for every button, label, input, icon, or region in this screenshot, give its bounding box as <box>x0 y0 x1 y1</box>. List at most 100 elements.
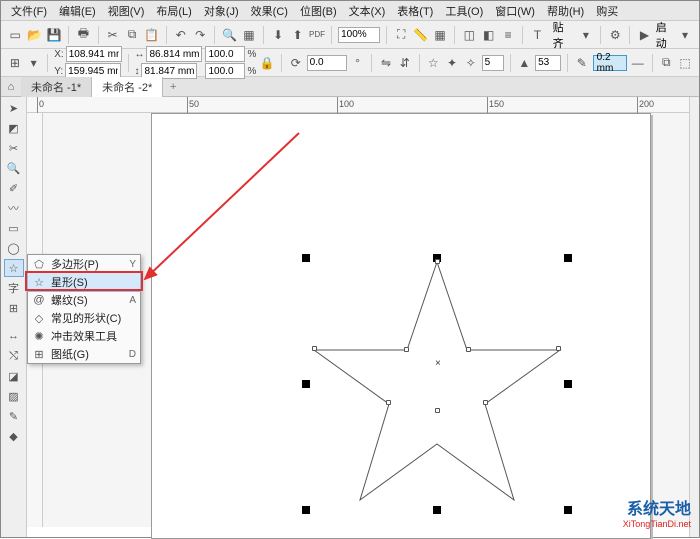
crop-tool-icon[interactable]: ✂ <box>4 139 24 157</box>
handle-e[interactable] <box>564 380 572 388</box>
lock-ratio-icon[interactable]: 🔒 <box>259 53 275 73</box>
transparency-tool-icon[interactable]: ▨ <box>4 387 24 405</box>
rectangle-tool-icon[interactable]: ▭ <box>4 219 24 237</box>
pick-tool-icon[interactable]: ➤ <box>4 99 24 117</box>
dropshadow-tool-icon[interactable]: ◪ <box>4 367 24 385</box>
menu-view[interactable]: 视图(V) <box>102 1 151 21</box>
save-icon[interactable]: 💾 <box>46 25 62 45</box>
table-tool-icon[interactable]: ⊞ <box>4 299 24 317</box>
outline-width-input[interactable]: 0.2 mm <box>593 55 627 71</box>
menu-effects[interactable]: 效果(C) <box>245 1 294 21</box>
handle-nw[interactable] <box>302 254 310 262</box>
scale-x-input[interactable] <box>205 46 245 62</box>
pdf-icon[interactable]: PDF <box>309 25 325 45</box>
fill-tool-icon[interactable]: ◆ <box>4 427 24 445</box>
layer-icon[interactable]: ◫ <box>461 25 477 45</box>
width-input[interactable] <box>146 46 202 62</box>
points-input[interactable] <box>482 55 504 71</box>
star-verychevron-icon[interactable]: ✧ <box>463 53 479 73</box>
flyout-star[interactable]: ☆ 星形(S) <box>28 273 140 291</box>
tab-doc-2[interactable]: 未命名 -2* <box>92 77 163 97</box>
flyout-graph-paper[interactable]: ⊞ 图纸(G) D <box>28 345 140 363</box>
text-icon[interactable]: T <box>529 25 545 45</box>
image-icon[interactable]: ▦ <box>241 25 257 45</box>
star-shape[interactable] <box>302 254 572 514</box>
snap-label[interactable]: 贴齐 <box>549 19 575 51</box>
handle-ne[interactable] <box>564 254 572 262</box>
menu-file[interactable]: 文件(F) <box>5 1 53 21</box>
artistic-tool-icon[interactable]: 〰 <box>4 199 24 217</box>
menu-table[interactable]: 表格(T) <box>391 1 439 21</box>
menu-window[interactable]: 窗口(W) <box>489 1 541 21</box>
tab-add[interactable]: + <box>163 77 183 97</box>
polygon-tool-icon[interactable]: ☆ <box>4 259 24 277</box>
zoom-tool-icon[interactable]: 🔍 <box>4 159 24 177</box>
eyedropper-tool-icon[interactable]: ✎ <box>4 407 24 425</box>
rotation-input[interactable] <box>307 55 347 71</box>
search-icon[interactable]: 🔍 <box>221 25 237 45</box>
ruler-icon[interactable]: 📏 <box>412 25 428 45</box>
outline-pen-icon[interactable]: ✎ <box>574 53 590 73</box>
flyout-impact[interactable]: ✺ 冲击效果工具 <box>28 327 140 345</box>
chevron-down-icon[interactable]: ▾ <box>578 25 594 45</box>
star-node[interactable] <box>312 346 317 351</box>
mirror-v-icon[interactable]: ⇵ <box>397 53 413 73</box>
fullscreen-icon[interactable]: ⛶ <box>393 25 409 45</box>
star-node[interactable] <box>435 259 440 264</box>
flyout-common-shapes[interactable]: ◇ 常见的形状(C) <box>28 309 140 327</box>
undo-icon[interactable]: ↶ <box>173 25 189 45</box>
paste-icon[interactable]: 📋 <box>143 25 159 45</box>
star-node[interactable] <box>483 400 488 405</box>
print-icon[interactable]: 🖶 <box>75 25 91 45</box>
wrap-icon[interactable]: ⧉ <box>658 53 674 73</box>
drawing-page[interactable]: × <box>151 113 651 539</box>
dimension-tool-icon[interactable]: ↔ <box>4 327 24 345</box>
star-complex-icon[interactable]: ✦ <box>444 53 460 73</box>
scale-y-input[interactable] <box>205 63 245 79</box>
shape-tool-icon[interactable]: ◩ <box>4 119 24 137</box>
handle-w[interactable] <box>302 380 310 388</box>
star-node[interactable] <box>466 347 471 352</box>
star-node[interactable] <box>404 347 409 352</box>
color-icon[interactable]: ◧ <box>481 25 497 45</box>
flyout-polygon[interactable]: ⬠ 多边形(P) Y <box>28 255 140 273</box>
new-icon[interactable]: ▭ <box>7 25 23 45</box>
play-icon[interactable]: ▶ <box>636 25 652 45</box>
handle-se[interactable] <box>564 506 572 514</box>
cut-icon[interactable]: ✂ <box>104 25 120 45</box>
handle-sw[interactable] <box>302 506 310 514</box>
order-icon[interactable]: ⬚ <box>677 53 693 73</box>
ellipse-tool-icon[interactable]: ◯ <box>4 239 24 257</box>
menu-edit[interactable]: 编辑(E) <box>53 1 102 21</box>
handle-s[interactable] <box>433 506 441 514</box>
chevron-down-icon-2[interactable]: ▾ <box>677 25 693 45</box>
chevron-down-icon-3[interactable]: ▾ <box>26 53 42 73</box>
menu-object[interactable]: 对象(J) <box>198 1 245 21</box>
options-icon[interactable]: ⚙ <box>607 25 623 45</box>
outline-style-icon[interactable]: — <box>630 53 646 73</box>
ruler-horizontal[interactable]: 0 50 100 150 200 <box>27 97 689 113</box>
tab-doc-1[interactable]: 未命名 -1* <box>21 77 92 97</box>
home-icon[interactable]: ⌂ <box>1 81 21 93</box>
star-node[interactable] <box>556 346 561 351</box>
x-input[interactable] <box>66 46 122 62</box>
copy-icon[interactable]: ⧉ <box>124 25 140 45</box>
star-node[interactable] <box>386 400 391 405</box>
mirror-h-icon[interactable]: ⇋ <box>378 53 394 73</box>
star-node[interactable] <box>435 408 440 413</box>
text-tool-icon[interactable]: 字 <box>4 279 24 297</box>
menu-help[interactable]: 帮助(H) <box>541 1 590 21</box>
menu-layout[interactable]: 布局(L) <box>150 1 197 21</box>
preset-icon[interactable]: ⊞ <box>7 53 23 73</box>
launch-label[interactable]: 启动 <box>656 19 674 51</box>
import-icon[interactable]: ⬇ <box>270 25 286 45</box>
menu-text[interactable]: 文本(X) <box>343 1 392 21</box>
menu-bitmap[interactable]: 位图(B) <box>294 1 343 21</box>
right-docker-edge[interactable] <box>689 97 699 537</box>
open-icon[interactable]: 📂 <box>26 25 42 45</box>
grid-icon[interactable]: ▦ <box>432 25 448 45</box>
connector-tool-icon[interactable]: ⤭ <box>4 347 24 365</box>
menu-tools[interactable]: 工具(O) <box>439 1 489 21</box>
zoom-input[interactable] <box>338 27 380 43</box>
export-icon[interactable]: ⬆ <box>289 25 305 45</box>
